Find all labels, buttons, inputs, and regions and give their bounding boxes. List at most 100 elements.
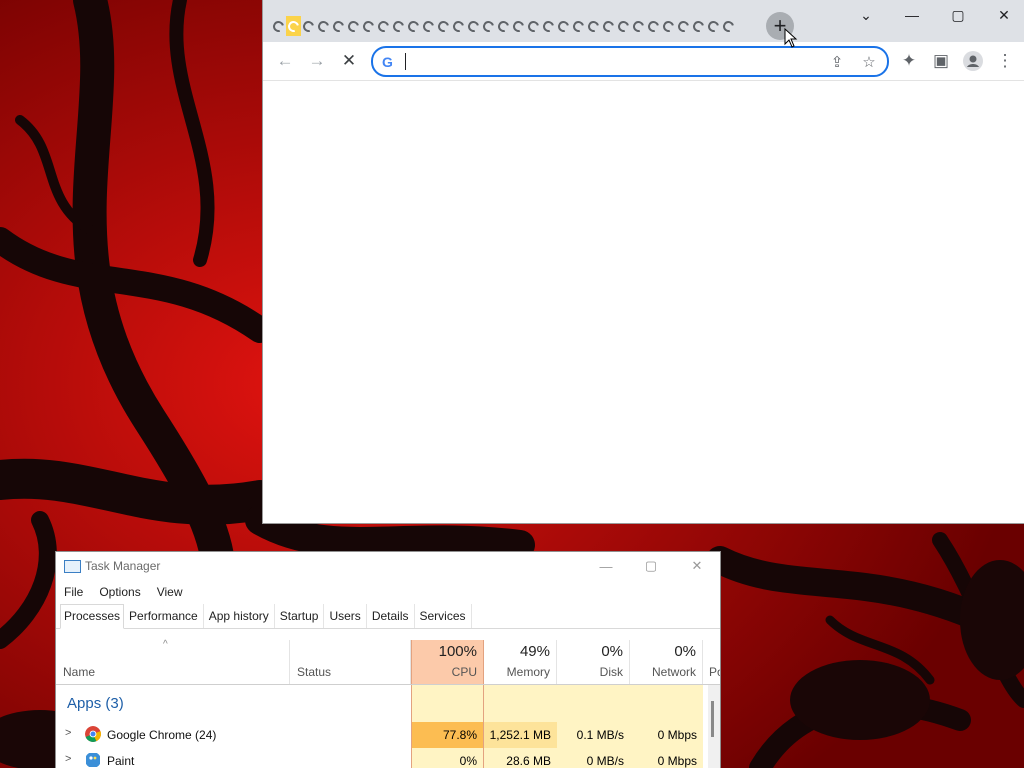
address-input[interactable] <box>403 51 807 73</box>
kebab-menu-icon[interactable]: ⋮ <box>993 49 1017 73</box>
column-memory[interactable]: 49% Memory <box>484 640 557 684</box>
browser-tab[interactable] <box>555 16 572 36</box>
browser-tab[interactable] <box>315 16 332 36</box>
browser-tab[interactable] <box>570 16 587 36</box>
loading-favicon-icon <box>720 18 737 34</box>
scrollbar-thumb[interactable] <box>711 701 714 737</box>
browser-tab[interactable] <box>480 16 497 36</box>
loading-favicon-icon <box>630 18 647 34</box>
browser-tab[interactable] <box>540 16 557 36</box>
browser-tab[interactable] <box>645 16 662 36</box>
tab-services[interactable]: Services <box>415 604 472 628</box>
column-status[interactable]: Status <box>290 640 411 684</box>
browser-tab[interactable] <box>720 16 737 36</box>
browser-tab[interactable] <box>525 16 542 36</box>
browser-tab[interactable] <box>375 16 392 36</box>
maximize-icon[interactable]: ▢ <box>938 4 978 26</box>
address-bar[interactable]: G ⇪ ☆ <box>371 46 889 77</box>
menu-view[interactable]: View <box>149 582 191 602</box>
side-panel-icon[interactable]: ▣ <box>929 49 953 73</box>
column-name[interactable]: ^ Name <box>56 639 290 684</box>
loading-favicon-icon <box>450 18 467 34</box>
browser-tab[interactable] <box>450 16 467 36</box>
column-disk[interactable]: 0% Disk <box>557 640 630 684</box>
browser-tab[interactable] <box>360 16 377 36</box>
column-label: Name <box>63 665 96 679</box>
browser-tab[interactable] <box>495 16 512 36</box>
loading-favicon-icon <box>285 18 302 34</box>
loading-favicon-icon <box>615 18 632 34</box>
table-row[interactable]: > Google Chrome (24) 77.8% 1,252.1 MB 0.… <box>56 722 720 748</box>
loading-favicon-icon <box>510 18 527 34</box>
column-network[interactable]: 0% Network <box>630 640 703 684</box>
chevron-right-icon[interactable]: > <box>65 753 71 765</box>
browser-tab[interactable] <box>510 16 527 36</box>
column-label: Disk <box>599 665 623 679</box>
minimize-icon[interactable]: — <box>892 4 932 26</box>
process-name: Paint <box>107 754 135 768</box>
group-header: Apps (3) <box>56 685 720 724</box>
column-label: Po <box>709 665 720 679</box>
tab-users[interactable]: Users <box>324 604 367 628</box>
tab-details[interactable]: Details <box>367 604 415 628</box>
browser-tab[interactable] <box>600 16 617 36</box>
share-icon[interactable]: ⇪ <box>827 52 847 72</box>
table-row[interactable]: > Paint 0% 28.6 MB 0 MB/s 0 Mbps <box>56 748 720 768</box>
loading-favicon-icon <box>270 18 287 34</box>
browser-tab[interactable] <box>585 16 602 36</box>
tab-processes[interactable]: Processes <box>60 604 125 629</box>
browser-tab[interactable] <box>270 16 287 36</box>
browser-tab[interactable] <box>435 16 452 36</box>
profile-icon[interactable] <box>961 49 985 73</box>
minimize-icon[interactable]: — <box>586 556 626 576</box>
browser-tab[interactable] <box>660 16 677 36</box>
browser-tab[interactable] <box>330 16 347 36</box>
browser-tab[interactable] <box>345 16 362 36</box>
browser-tab[interactable] <box>675 16 692 36</box>
tab-bar: Processes Performance App history Startu… <box>56 604 720 629</box>
column-headers: ^ Name Status 100% CPU 49% Memory 0% Dis… <box>56 639 720 685</box>
browser-tab[interactable] <box>615 16 632 36</box>
network-cell: 0 Mbps <box>630 748 703 768</box>
forward-arrow-icon[interactable]: → <box>305 49 329 73</box>
stop-loading-icon[interactable]: ✕ <box>337 49 361 73</box>
column-cpu[interactable]: 100% CPU <box>411 640 484 684</box>
tab-search-chevron-icon[interactable]: ⌄ <box>846 4 886 26</box>
browser-tab[interactable] <box>300 16 317 36</box>
cpu-cell: 0% <box>411 748 484 768</box>
tab-app-history[interactable]: App history <box>204 604 275 628</box>
extensions-puzzle-icon[interactable]: ✦ <box>897 49 921 73</box>
tab-performance[interactable]: Performance <box>124 604 204 628</box>
tab-startup[interactable]: Startup <box>275 604 325 628</box>
star-icon[interactable]: ☆ <box>859 52 879 72</box>
close-icon[interactable]: ✕ <box>677 556 717 576</box>
loading-favicon-icon <box>360 18 377 34</box>
heat-cell <box>557 685 630 724</box>
chrome-window: + ⌄ — ▢ ✕ ← → ✕ G ⇪ ☆ ✦ ▣ ⋮ <box>263 0 1024 523</box>
browser-tab[interactable] <box>405 16 422 36</box>
menu-file[interactable]: File <box>56 582 91 602</box>
column-label: Status <box>297 665 332 679</box>
vertical-scrollbar[interactable] <box>708 685 720 768</box>
browser-tab[interactable] <box>705 16 722 36</box>
loading-favicon-icon <box>315 18 332 34</box>
loading-favicon-icon <box>480 18 497 34</box>
loading-favicon-icon <box>405 18 422 34</box>
browser-tab[interactable] <box>465 16 482 36</box>
browser-tab[interactable] <box>420 16 437 36</box>
chevron-right-icon[interactable]: > <box>65 727 71 739</box>
column-power[interactable]: Po <box>703 640 720 684</box>
back-arrow-icon[interactable]: ← <box>273 49 297 73</box>
menu-options[interactable]: Options <box>91 582 148 602</box>
browser-tab[interactable] <box>390 16 407 36</box>
browser-tab[interactable] <box>630 16 647 36</box>
loading-favicon-icon <box>495 18 512 34</box>
disk-cell: 0 MB/s <box>557 748 630 768</box>
browser-tab[interactable] <box>690 16 707 36</box>
browser-tab[interactable] <box>285 16 302 36</box>
loading-favicon-icon <box>690 18 707 34</box>
chrome-icon <box>85 726 101 742</box>
close-icon[interactable]: ✕ <box>984 4 1024 26</box>
network-cell: 0 Mbps <box>630 722 703 748</box>
maximize-icon[interactable]: ▢ <box>631 556 671 576</box>
